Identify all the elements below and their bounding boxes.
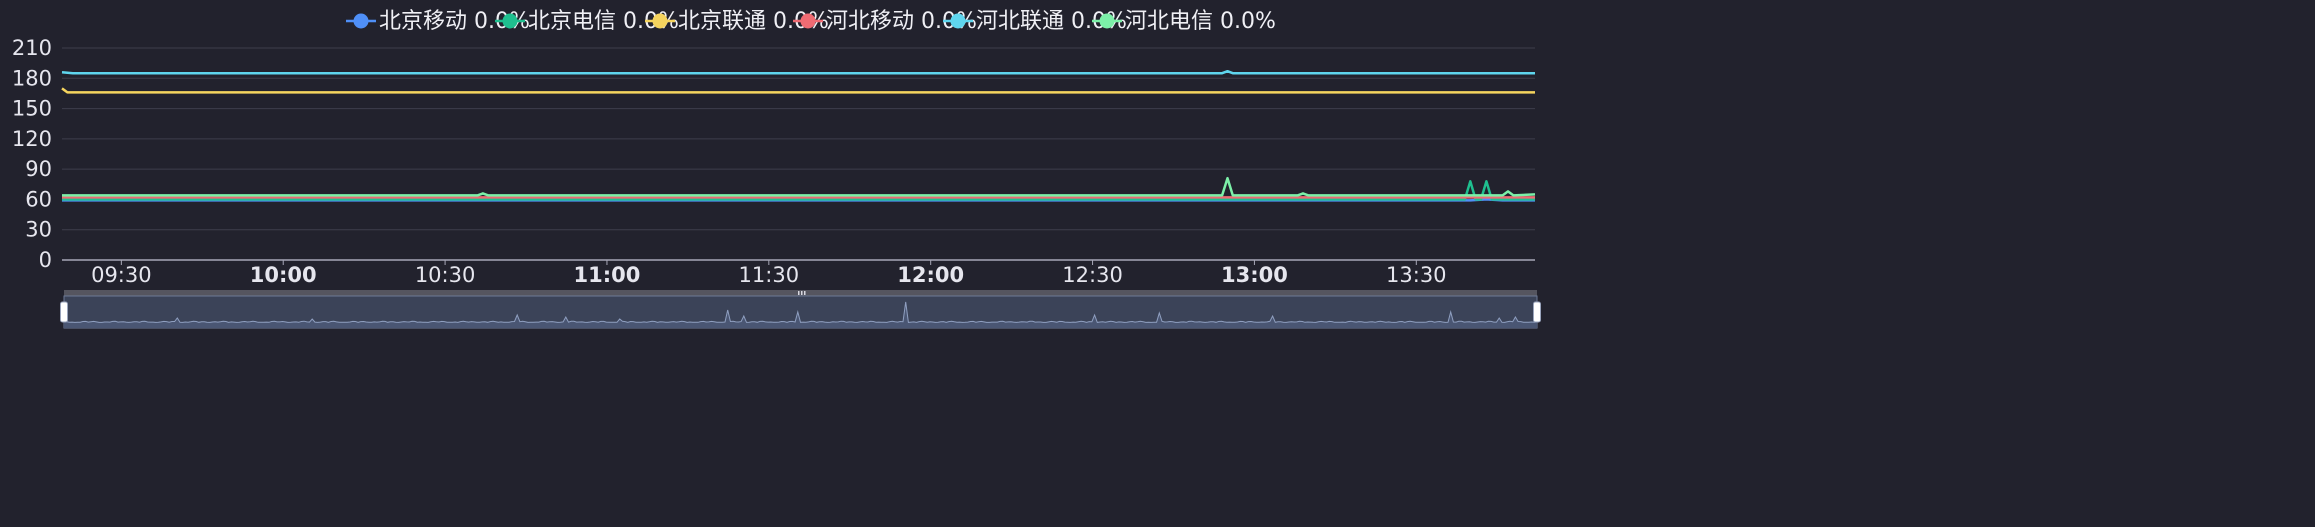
y-axis: 0 30 60 90 120 150 180 210 bbox=[12, 36, 52, 272]
x-tick-label: 13:30 bbox=[1386, 263, 1447, 287]
legend-label: 河北电信 0.0% bbox=[1125, 9, 1276, 34]
data-zoom-slider[interactable] bbox=[60, 290, 1541, 329]
y-tick-label: 30 bbox=[25, 218, 52, 242]
zoom-handle-left[interactable] bbox=[60, 301, 68, 323]
y-tick-label: 60 bbox=[25, 187, 52, 211]
line-chart: 北京移动 0.0%北京电信 0.0% 北京联通 0.0%河北移动 0.0% 河北联通… bbox=[12, 9, 1541, 329]
x-tick-label: 11:30 bbox=[739, 263, 800, 287]
x-tick-label: 13:00 bbox=[1221, 263, 1288, 287]
y-tick-label: 0 bbox=[39, 248, 52, 272]
y-tick-label: 150 bbox=[12, 97, 52, 121]
legend-dot-icon bbox=[800, 13, 816, 29]
zoom-top-bar[interactable] bbox=[64, 290, 1537, 296]
legend-dot-icon bbox=[652, 13, 668, 29]
y-tick-label: 180 bbox=[12, 66, 52, 90]
x-tick-label: 12:30 bbox=[1062, 263, 1123, 287]
y-tick-label: 210 bbox=[12, 36, 52, 60]
x-tick-label: 09:30 bbox=[91, 263, 152, 287]
x-tick-label: 10:30 bbox=[415, 263, 476, 287]
legend-dot-icon bbox=[950, 13, 966, 29]
zoom-grip-icon bbox=[801, 291, 803, 295]
x-tick-label: 11:00 bbox=[574, 263, 641, 287]
grid-lines bbox=[62, 47, 1535, 231]
x-tick-label: 10:00 bbox=[250, 263, 317, 287]
y-tick-label: 90 bbox=[25, 157, 52, 181]
legend-dot-icon bbox=[1099, 13, 1115, 29]
chart-legend[interactable]: 北京移动 0.0%北京电信 0.0% 北京联通 0.0%河北移动 0.0% 河北联通… bbox=[346, 9, 1276, 34]
y-tick-label: 120 bbox=[12, 127, 52, 151]
series-3-line bbox=[61, 87, 1535, 94]
legend-dot-icon bbox=[353, 13, 369, 29]
x-tick-label: 12:00 bbox=[897, 263, 964, 287]
zoom-grip-icon bbox=[798, 291, 800, 295]
zoom-grip-icon bbox=[804, 291, 806, 295]
x-axis: 09:30 10:00 10:30 11:00 11:30 12:00 12:30 13:00… bbox=[62, 259, 1535, 287]
plot-area bbox=[61, 69, 1536, 202]
series-6-line bbox=[62, 176, 1536, 197]
zoom-handle-right[interactable] bbox=[1533, 301, 1541, 323]
series-5-line bbox=[61, 69, 1535, 75]
legend-dot-icon bbox=[502, 13, 518, 29]
